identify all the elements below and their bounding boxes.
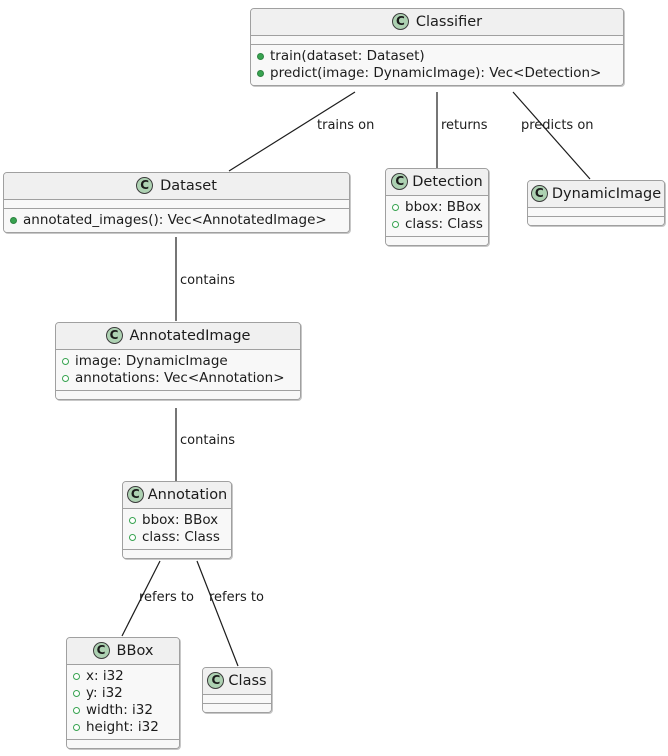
class-methods-classifier: train(dataset: Dataset) predict(image: D… — [251, 44, 623, 85]
member-label: predict(image: DynamicImage): Vec<Detect… — [270, 65, 602, 81]
member-row: height: i32 — [73, 719, 172, 736]
class-box-classifier[interactable]: C Classifier train(dataset: Dataset) pre… — [250, 8, 624, 86]
class-name-detection: Detection — [412, 173, 483, 190]
member-label: y: i32 — [86, 685, 123, 701]
class-fields-bbox: x: i32 y: i32 width: i32 height: i32 — [67, 664, 179, 739]
class-methods-dynamicimage — [528, 216, 664, 225]
class-name-class: Class — [228, 672, 267, 689]
class-icon-c: C — [391, 173, 409, 190]
class-header-bbox: C BBox — [67, 638, 179, 664]
class-methods-dataset: annotated_images(): Vec<AnnotatedImage> — [4, 208, 349, 232]
class-name-dataset: Dataset — [160, 177, 217, 194]
class-header-annotatedimage: C AnnotatedImage — [56, 323, 300, 349]
member-label: x: i32 — [86, 668, 124, 684]
member-label: annotations: Vec<Annotation> — [75, 370, 285, 386]
class-box-annotation[interactable]: C Annotation bbox: BBox class: Class — [122, 481, 232, 559]
class-icon-c: C — [92, 642, 110, 659]
class-icon-c: C — [530, 185, 548, 202]
class-fields-dynamicimage — [528, 207, 664, 216]
member-label: width: i32 — [86, 702, 153, 718]
class-box-bbox[interactable]: C BBox x: i32 y: i32 width: i32 height: … — [66, 637, 180, 749]
member-row: x: i32 — [73, 668, 172, 685]
class-header-dynamicimage: C DynamicImage — [528, 181, 664, 207]
edge-label-image-contains: contains — [180, 433, 236, 448]
class-fields-annotation: bbox: BBox class: Class — [123, 508, 231, 549]
edge-label-refers-to-bbox: refers to — [139, 590, 194, 605]
field-marker-icon — [62, 375, 69, 382]
class-fields-class — [203, 694, 271, 703]
class-box-dynamicimage[interactable]: C DynamicImage — [527, 180, 665, 226]
class-methods-bbox — [67, 739, 179, 748]
class-name-annotatedimage: AnnotatedImage — [129, 327, 251, 344]
edge-label-refers-to-class: refers to — [209, 590, 264, 605]
member-label: image: DynamicImage — [75, 353, 228, 369]
edge-label-dataset-contains: contains — [180, 273, 236, 288]
field-marker-icon — [73, 724, 80, 731]
field-marker-icon — [392, 221, 399, 228]
member-label: class: Class — [405, 216, 483, 232]
class-icon-c: C — [391, 13, 409, 30]
class-icon-c: C — [136, 177, 154, 194]
class-header-class: C Class — [203, 668, 271, 694]
member-row: bbox: BBox — [129, 512, 224, 529]
field-marker-icon — [129, 534, 136, 541]
class-methods-annotation — [123, 549, 231, 558]
member-row: annotations: Vec<Annotation> — [62, 370, 293, 387]
member-label: height: i32 — [86, 719, 159, 735]
class-methods-detection — [386, 236, 488, 245]
class-fields-classifier — [251, 35, 623, 44]
class-fields-detection: bbox: BBox class: Class — [386, 195, 488, 236]
class-name-bbox: BBox — [116, 642, 154, 659]
edge-refers-to-class — [196, 560, 239, 667]
class-name-dynamicimage: DynamicImage — [551, 185, 662, 202]
class-header-annotation: C Annotation — [123, 482, 231, 508]
class-fields-dataset — [4, 199, 349, 208]
class-header-classifier: C Classifier — [251, 9, 623, 35]
class-fields-annotatedimage: image: DynamicImage annotations: Vec<Ann… — [56, 349, 300, 390]
class-header-detection: C Detection — [386, 169, 488, 195]
member-row: class: Class — [392, 216, 483, 233]
class-box-dataset[interactable]: C Dataset annotated_images(): Vec<Annota… — [3, 172, 350, 233]
edge-label-trains-on: trains on — [317, 118, 375, 133]
class-box-annotatedimage[interactable]: C AnnotatedImage image: DynamicImage ann… — [55, 322, 301, 400]
member-row: train(dataset: Dataset) — [257, 48, 616, 65]
class-methods-annotatedimage — [56, 390, 300, 399]
field-marker-icon — [392, 204, 399, 211]
field-marker-icon — [73, 707, 80, 714]
member-label: annotated_images(): Vec<AnnotatedImage> — [23, 212, 327, 228]
field-marker-icon — [62, 358, 69, 365]
member-row: y: i32 — [73, 685, 172, 702]
class-name-annotation: Annotation — [147, 486, 228, 503]
member-row: width: i32 — [73, 702, 172, 719]
public-method-marker-icon — [10, 217, 17, 224]
member-row: annotated_images(): Vec<AnnotatedImage> — [10, 212, 342, 229]
class-name-classifier: Classifier — [415, 13, 483, 30]
member-label: bbox: BBox — [405, 199, 482, 215]
class-icon-c: C — [126, 486, 144, 503]
public-method-marker-icon — [257, 70, 264, 77]
class-methods-class — [203, 703, 271, 712]
field-marker-icon — [73, 690, 80, 697]
edge-label-returns: returns — [441, 118, 488, 133]
class-box-detection[interactable]: C Detection bbox: BBox class: Class — [385, 168, 489, 246]
class-box-class[interactable]: C Class — [202, 667, 272, 713]
class-icon-c: C — [105, 327, 123, 344]
edge-label-predicts-on: predicts on — [521, 118, 594, 133]
member-label: bbox: BBox — [142, 512, 219, 528]
field-marker-icon — [129, 517, 136, 524]
field-marker-icon — [73, 673, 80, 680]
public-method-marker-icon — [257, 53, 264, 60]
edge-predicts-on — [512, 91, 591, 180]
class-header-dataset: C Dataset — [4, 173, 349, 199]
class-icon-c: C — [207, 672, 225, 689]
member-row: image: DynamicImage — [62, 353, 293, 370]
member-row: class: Class — [129, 529, 224, 546]
member-label: class: Class — [142, 529, 220, 545]
member-row: predict(image: DynamicImage): Vec<Detect… — [257, 65, 616, 82]
uml-class-diagram-canvas: trains on returns predicts on contains c… — [0, 0, 668, 756]
member-row: bbox: BBox — [392, 199, 481, 216]
member-label: train(dataset: Dataset) — [270, 48, 425, 64]
